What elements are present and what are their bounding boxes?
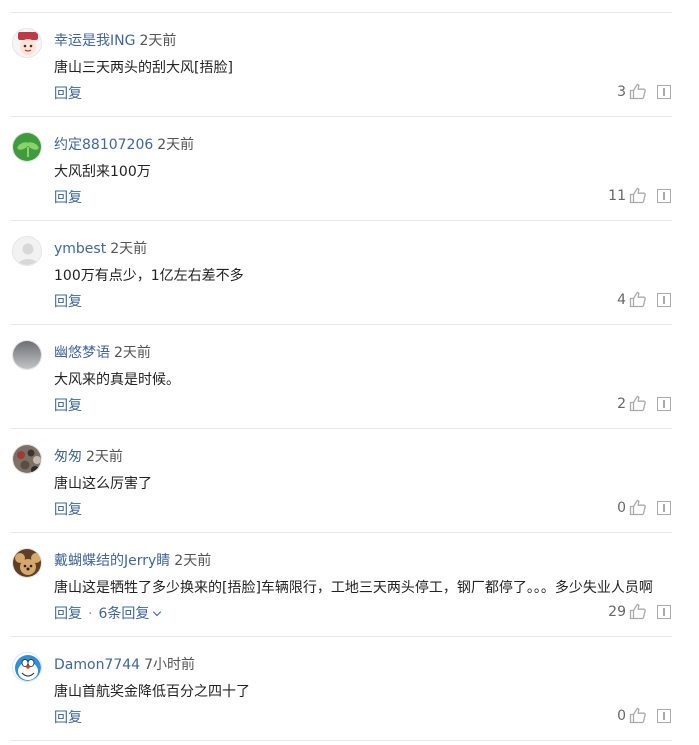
reply-button[interactable]: 回复	[54, 294, 82, 310]
view-replies-button[interactable]: 6条回复	[98, 606, 162, 622]
comment-meta: ymbest 2天前	[54, 238, 147, 258]
reply-button[interactable]: 回复	[54, 86, 82, 102]
like-count: 2	[617, 395, 626, 412]
like-count: 0	[617, 499, 626, 516]
gray-sky-avatar[interactable]	[12, 340, 42, 370]
comment-meta: 匆匆 2天前	[54, 446, 123, 466]
thumbs-up-icon[interactable]	[629, 83, 647, 100]
like-count: 3	[617, 83, 626, 100]
comment-item: 匆匆 2天前唐山这么厉害了 回复 0	[0, 429, 699, 533]
report-icon[interactable]	[657, 605, 671, 619]
green-plant-avatar[interactable]	[12, 132, 42, 162]
username[interactable]: Damon7744	[54, 657, 140, 673]
reply-button[interactable]: 回复	[54, 502, 82, 518]
comment-time: 2天前	[139, 33, 177, 49]
like-area: 3	[617, 83, 647, 100]
comment-meta: Damon7744 7小时前	[54, 654, 195, 674]
report-icon[interactable]	[657, 85, 671, 99]
report-icon[interactable]	[657, 293, 671, 307]
username[interactable]: 幸运是我ING	[54, 33, 135, 49]
divider	[10, 740, 672, 741]
comment-text: 100万有点少，1亿左右差不多	[54, 268, 244, 284]
like-count: 4	[617, 291, 626, 308]
comment-meta: 戴蝴蝶结的Jerry睛 2天前	[54, 550, 211, 570]
like-area: 0	[617, 499, 647, 516]
cartoon-mouse-avatar[interactable]	[12, 548, 42, 578]
thumbs-up-icon[interactable]	[629, 291, 647, 308]
thumbs-up-icon[interactable]	[629, 187, 647, 204]
reply-button[interactable]: 回复	[54, 606, 82, 622]
report-icon[interactable]	[657, 189, 671, 203]
comment-time: 2天前	[174, 553, 212, 569]
comment-time: 2天前	[114, 345, 151, 361]
username[interactable]: 约定88107206	[54, 137, 153, 153]
comment-actions: 回复	[54, 291, 82, 311]
doraemon-avatar[interactable]	[12, 652, 42, 682]
username[interactable]: ymbest	[54, 241, 106, 257]
chevron-down-icon	[153, 607, 162, 617]
cartoon-face-avatar[interactable]	[12, 28, 42, 58]
username[interactable]: 匆匆	[54, 449, 82, 465]
like-area: 29	[608, 603, 647, 620]
comment-text: 唐山三天两头的刮大风[捂脸]	[54, 60, 233, 76]
comment-time: 2天前	[157, 137, 195, 153]
comment-text: 唐山这是牺牲了多少换来的[捂脸]车辆限行，工地三天两头停工，钢厂都停了。。。多少…	[54, 580, 653, 596]
report-icon[interactable]	[657, 397, 671, 411]
thumbs-up-icon[interactable]	[629, 707, 647, 724]
comment-text: 大风刮来100万	[54, 164, 151, 180]
comment-item: ymbest 2天前 100万有点少，1亿左右差不多 回复 4	[0, 221, 699, 325]
like-area: 11	[608, 187, 647, 204]
comment-text: 唐山这么厉害了	[54, 476, 152, 492]
crowd-photo-avatar[interactable]	[12, 444, 42, 474]
comment-meta: 约定88107206 2天前	[54, 134, 194, 154]
like-area: 0	[617, 707, 647, 724]
comment-time: 2天前	[110, 241, 148, 257]
like-count: 29	[608, 603, 626, 620]
comment-actions: 回复	[54, 187, 82, 207]
comment-item: 幽悠梦语 2天前大风来的真是时候。 回复 2	[0, 325, 699, 429]
reply-button[interactable]: 回复	[54, 398, 82, 414]
separator-dot: ·	[88, 606, 93, 622]
comment-item: 幸运是我ING 2天前唐山三天两头的刮大风[捂脸] 回复 3	[0, 13, 699, 117]
thumbs-up-icon[interactable]	[629, 499, 647, 516]
comment-actions: 回复	[54, 499, 82, 519]
replies-count-label: 6条回复	[98, 606, 150, 622]
username[interactable]: 幽悠梦语	[54, 345, 110, 361]
comment-time: 7小时前	[144, 657, 195, 673]
thumbs-up-icon[interactable]	[629, 395, 647, 412]
comment-actions: 回复	[54, 83, 82, 103]
thumbs-up-icon[interactable]	[629, 603, 647, 620]
comment-meta: 幸运是我ING 2天前	[54, 30, 176, 50]
like-area: 2	[617, 395, 647, 412]
comment-item: 戴蝴蝶结的Jerry睛 2天前唐山这是牺牲了多少换来的[捂脸]车辆限行，工地三天两…	[0, 533, 699, 637]
comment-actions: 回复	[54, 395, 82, 415]
username[interactable]: 戴蝴蝶结的Jerry睛	[54, 553, 170, 569]
like-count: 0	[617, 707, 626, 724]
like-count: 11	[608, 187, 626, 204]
comment-time: 2天前	[86, 449, 123, 465]
report-icon[interactable]	[657, 501, 671, 515]
comment-actions: 回复 · 6条回复	[54, 603, 162, 623]
comment-text: 唐山首航奖金降低百分之四十了	[54, 684, 250, 700]
comment-text: 大风来的真是时候。	[54, 372, 180, 388]
reply-button[interactable]: 回复	[54, 710, 82, 726]
comment-item: Damon7744 7小时前唐山首航奖金降低百分之四十了 回复 0	[0, 637, 699, 741]
default-person-avatar[interactable]	[12, 236, 42, 266]
comment-meta: 幽悠梦语 2天前	[54, 342, 151, 362]
comment-actions: 回复	[54, 707, 82, 727]
like-area: 4	[617, 291, 647, 308]
report-icon[interactable]	[657, 709, 671, 723]
reply-button[interactable]: 回复	[54, 190, 82, 206]
comment-item: 约定88107206 2天前 大风刮来100万 回复 11	[0, 117, 699, 221]
